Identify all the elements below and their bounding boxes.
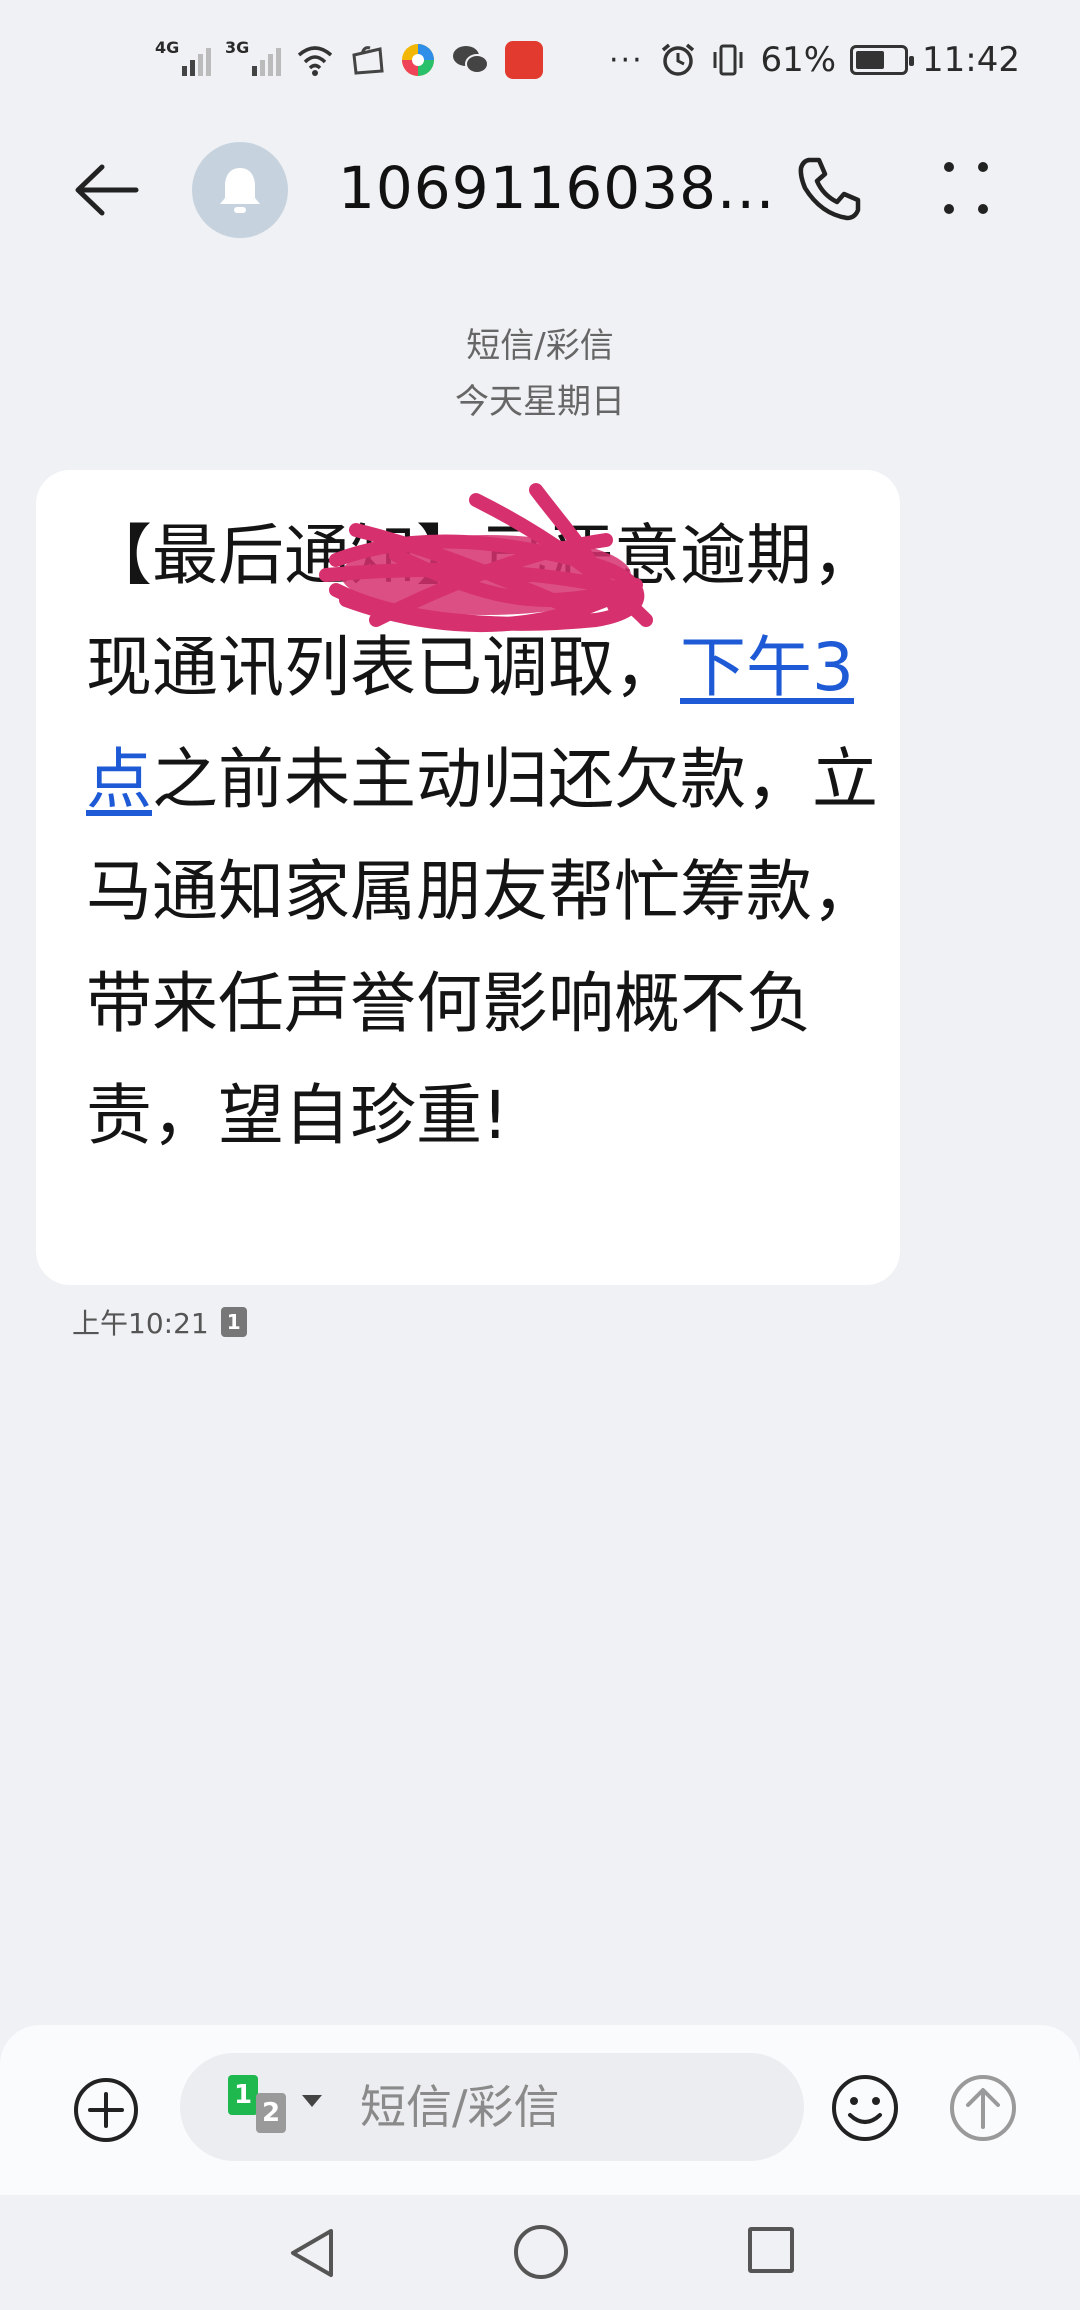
message-timestamp: 上午10:21 1 <box>72 1302 247 1342</box>
message-composer: 1 2 <box>0 2025 1080 2195</box>
message-text-part1: 【最后通知】 <box>86 517 482 594</box>
status-time: 11:42 <box>922 40 1020 80</box>
signal-4g-icon: 4G <box>155 38 211 80</box>
signal-4g-label: 4G <box>155 38 180 57</box>
more-options-icon[interactable] <box>940 156 1000 222</box>
phone-call-icon[interactable] <box>795 154 865 224</box>
sim-card-icon: 1 <box>220 1307 247 1337</box>
battery-icon <box>850 45 915 75</box>
dropdown-caret-icon <box>302 2095 322 2107</box>
more-notifications-icon: ··· <box>609 42 644 78</box>
send-icon[interactable] <box>948 2073 1018 2143</box>
signal-3g-label: 3G <box>225 38 250 57</box>
status-left-icons: 4G 3G ··· <box>155 38 644 80</box>
nav-recent-apps-icon[interactable] <box>748 2227 794 2273</box>
message-input-pill[interactable]: 1 2 <box>180 2053 804 2161</box>
conversation-header: 1069116038... <box>0 130 1080 250</box>
system-nav-bar <box>0 2195 1080 2310</box>
wifi-icon <box>297 46 333 76</box>
contact-number[interactable]: 1069116038... <box>338 154 775 222</box>
message-text: 【最后通知】已恶意逾期，现通讯列表已调取，下午3点之前未主动归还欠款，立马通知家… <box>86 500 886 1172</box>
battery-percent: 61% <box>760 40 837 80</box>
sim-selector[interactable]: 1 2 <box>228 2075 322 2135</box>
alarm-icon <box>662 43 695 76</box>
add-attachment-icon[interactable] <box>72 2076 140 2144</box>
emoji-icon[interactable] <box>830 2073 900 2143</box>
nav-home-icon[interactable] <box>514 2225 568 2279</box>
nav-back-icon[interactable] <box>285 2225 341 2281</box>
message-bubble[interactable]: 【最后通知】已恶意逾期，现通讯列表已调取，下午3点之前未主动归还欠款，立马通知家… <box>36 470 900 1285</box>
conversation-date-label: 今天星期日 <box>455 382 625 422</box>
sim2-icon: 2 <box>256 2093 286 2133</box>
contact-avatar[interactable] <box>192 142 288 238</box>
message-time: 上午10:21 <box>72 1307 209 1340</box>
message-input[interactable] <box>360 2075 780 2139</box>
conversation-type-label: 短信/彩信 <box>466 326 614 366</box>
signal-3g-icon: 3G <box>225 38 281 80</box>
sim1-icon: 1 <box>228 2075 258 2115</box>
status-bar: 4G 3G ··· 61% 11:42 <box>0 0 1080 120</box>
vibrate-icon <box>713 44 743 76</box>
back-arrow-icon[interactable] <box>72 160 142 220</box>
wechat-icon <box>453 46 489 74</box>
status-right-icons: 61% 11:42 <box>660 40 1020 80</box>
bag-icon <box>352 46 384 75</box>
red-app-icon <box>505 41 543 79</box>
colorful-app-icon <box>402 44 434 76</box>
message-text-part3: 之前未主动归还欠款，立马通知家属朋友帮忙筹款，带来任声誉何影响概不负责，望自珍重… <box>86 741 878 1154</box>
bell-icon <box>220 168 260 213</box>
